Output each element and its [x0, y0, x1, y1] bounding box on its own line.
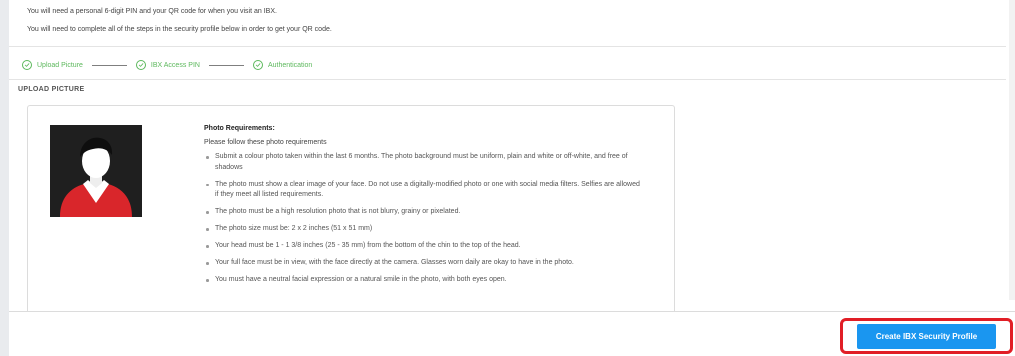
divider [9, 79, 1006, 80]
check-circle-icon [22, 60, 32, 70]
step-authentication[interactable]: Authentication [252, 60, 313, 70]
requirements-title: Photo Requirements: [204, 125, 275, 132]
check-circle-icon [135, 60, 146, 70]
step-connector [208, 64, 244, 66]
check-circle-icon [252, 60, 263, 70]
step-label: Authentication [267, 61, 313, 69]
avatar-placeholder[interactable] [50, 125, 142, 217]
step-label: IBX Access PIN [150, 61, 200, 69]
list-item: Submit a colour photo taken within the l… [204, 152, 644, 173]
progress-steps: Upload Picture IBX Access PIN Authentica… [22, 59, 312, 71]
list-item: Your head must be 1 - 1 3/8 inches (25 -… [204, 241, 644, 252]
requirements-list: Submit a colour photo taken within the l… [204, 152, 644, 286]
list-item: Your full face must be in view, with the… [204, 258, 644, 269]
create-security-profile-button[interactable]: Create IBX Security Profile [857, 324, 996, 349]
intro-pin-text: You will need a personal 6-digit PIN and… [27, 8, 277, 15]
photo-requirements: Photo Requirements: Please follow these … [204, 125, 644, 292]
scrollbar[interactable] [1009, 0, 1015, 300]
step-connector [91, 64, 127, 66]
step-ibx-access-pin[interactable]: IBX Access PIN [135, 60, 200, 70]
step-upload-picture[interactable]: Upload Picture [22, 60, 83, 70]
list-item: You must have a neutral facial expressio… [204, 275, 644, 286]
list-item: The photo size must be: 2 x 2 inches (51… [204, 224, 644, 235]
requirements-intro: Please follow these photo requirements [204, 139, 327, 146]
divider [9, 46, 1006, 47]
list-item: The photo must be a high resolution phot… [204, 207, 644, 218]
intro-steps-text: You will need to complete all of the ste… [27, 26, 332, 33]
photo-upload-panel: Photo Requirements: Please follow these … [27, 105, 675, 317]
list-item: The photo must show a clear image of you… [204, 180, 644, 201]
section-title: UPLOAD PICTURE [18, 86, 85, 93]
step-label: Upload Picture [37, 61, 83, 69]
person-silhouette-icon [50, 125, 142, 217]
